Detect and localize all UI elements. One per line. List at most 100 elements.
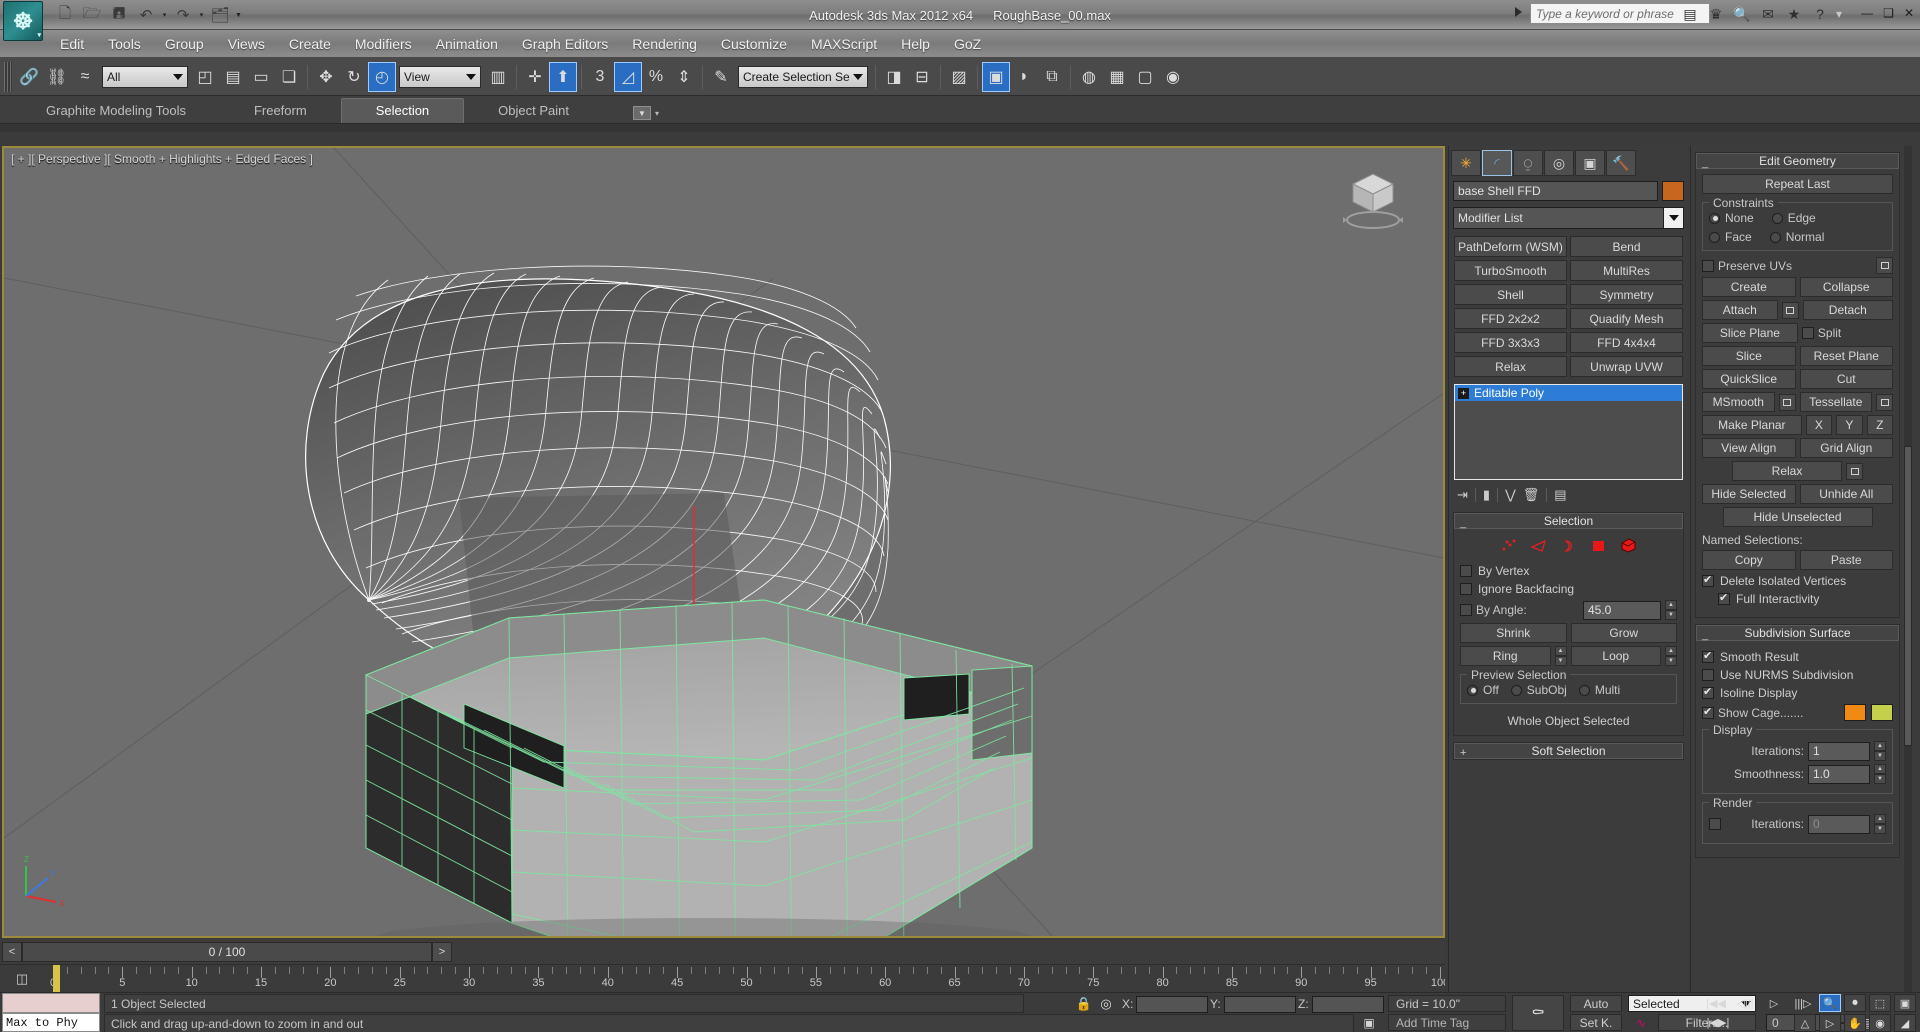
selection-rollout-header[interactable]: _ Selection [1454, 513, 1683, 529]
modifier-button-symmetry[interactable]: Symmetry [1570, 284, 1683, 305]
constraint-none[interactable]: None [1709, 211, 1754, 225]
time-slider[interactable]: < 0 / 100 > [2, 940, 1445, 964]
ribbon-dropdown-arrow[interactable]: ▾ [655, 109, 659, 118]
curve-editor-icon[interactable]: ◗ [1010, 62, 1038, 92]
make-unique-icon[interactable]: ⋁ [1505, 487, 1516, 503]
render-iterations-checkbox[interactable] [1709, 818, 1721, 830]
tessellate-settings-button[interactable] [1876, 393, 1893, 411]
modifier-button-quadify-mesh[interactable]: Quadify Mesh [1570, 308, 1683, 329]
zoom-extents-all-icon[interactable]: ▣ [1894, 994, 1916, 1012]
slice-plane-button[interactable]: Slice Plane [1702, 323, 1798, 343]
modifier-button-turbosmooth[interactable]: TurboSmooth [1454, 260, 1567, 281]
ribbon-minimize-icon[interactable]: ▼ [633, 106, 651, 120]
loop-spinner[interactable]: ▲ ▼ [1665, 646, 1677, 666]
split-checkbox[interactable] [1801, 327, 1814, 339]
angle-snap-toggle-icon[interactable]: ◿ [614, 61, 642, 92]
graphite-modeling-toolbar-toggle-icon[interactable]: ▣ [982, 61, 1010, 92]
align-icon[interactable]: ⊟ [908, 62, 936, 92]
render-setup-icon[interactable]: ▦ [1103, 62, 1131, 92]
menu-item-graph-editors[interactable]: Graph Editors [510, 33, 620, 55]
menu-item-goz[interactable]: GoZ [942, 33, 993, 55]
render-iterations-spinner[interactable]: ▲ ▼ [1874, 814, 1886, 834]
cut-button[interactable]: Cut [1799, 369, 1893, 389]
modify-tab[interactable]: ◜ [1482, 150, 1512, 176]
modifier-button-shell[interactable]: Shell [1454, 284, 1567, 305]
parameter-curve-out-of-range-icon[interactable]: ∿ [1628, 1014, 1654, 1031]
maxscript-mini-listener-output[interactable] [2, 993, 100, 1013]
selection-lock-toggle-icon[interactable]: 🔒 [1075, 995, 1093, 1012]
absolute-relative-toggle-icon[interactable]: ▣ [1360, 1015, 1378, 1031]
z-coordinate-input[interactable] [1311, 995, 1384, 1013]
show-cage-checkbox[interactable] [1702, 705, 1714, 719]
select-and-rotate-icon[interactable]: ↻ [340, 62, 368, 92]
reference-coordinate-system-dropdown[interactable]: View [399, 65, 481, 88]
hide-unselected-button[interactable]: Hide Unselected [1722, 507, 1873, 527]
modifier-button-ffd-3x3x3[interactable]: FFD 3x3x3 [1454, 332, 1567, 353]
zoom-icon[interactable]: 🔍 [1819, 994, 1841, 1012]
qat-customize-arrow[interactable]: ▼ [234, 12, 243, 19]
collapse-icon[interactable]: _ [1702, 629, 1708, 641]
set-key-button[interactable]: Set K. [1570, 1014, 1622, 1031]
grid-align-button[interactable]: Grid Align [1799, 438, 1893, 458]
pin-stack-icon[interactable]: ⇥ [1457, 487, 1468, 503]
modifier-button-bend[interactable]: Bend [1570, 236, 1683, 257]
maximize-button[interactable]: ❑ [1883, 6, 1894, 20]
field-of-view-icon[interactable]: △ [1794, 1014, 1816, 1032]
redo-icon[interactable]: ↷ [170, 3, 196, 28]
hierarchy-tab[interactable]: ⍜ [1513, 150, 1543, 176]
modifier-button-ffd-4x4x4[interactable]: FFD 4x4x4 [1570, 332, 1683, 353]
by-angle-spinner[interactable]: ▲ ▼ [1665, 600, 1677, 620]
utilities-tab[interactable]: 🔨 [1606, 150, 1636, 176]
object-name-input[interactable]: base Shell FFD [1453, 181, 1658, 201]
menu-item-group[interactable]: Group [153, 33, 216, 55]
play-animation-button[interactable]: ▷ [1762, 995, 1786, 1012]
save-file-icon[interactable]: 🖪 [106, 3, 132, 28]
undo-dropdown-arrow[interactable]: ▾ [160, 11, 169, 19]
named-selection-set-input[interactable]: Create Selection Se [738, 65, 868, 88]
edit-geometry-header[interactable]: _ Edit Geometry [1696, 153, 1899, 169]
preserve-uvs-checkbox[interactable] [1702, 259, 1714, 272]
select-and-move-icon[interactable]: ✥ [312, 62, 340, 92]
constraint-face[interactable]: Face [1709, 230, 1752, 244]
close-button[interactable]: ✕ [1904, 6, 1914, 20]
next-frame-arrow[interactable]: > [432, 942, 452, 962]
select-and-manipulate-icon[interactable]: ✛ [521, 62, 549, 92]
cage-color-swatch-2[interactable] [1871, 704, 1893, 721]
viewport-label[interactable]: [ + ][ Perspective ][ Smooth + Highlight… [11, 152, 313, 166]
configure-modifier-sets-icon[interactable]: ▤ [1554, 487, 1566, 503]
favorites-icon[interactable]: ★ [1784, 4, 1804, 24]
redo-dropdown-arrow[interactable]: ▾ [197, 11, 206, 19]
use-nurms-checkbox[interactable]: Use NURMS Subdivision [1702, 668, 1893, 682]
key-mode-toggle-button[interactable]: |◀▶| [1704, 1014, 1732, 1031]
make-planar-button[interactable]: Make Planar [1702, 415, 1802, 435]
x-coordinate-input[interactable] [1136, 995, 1209, 1013]
transform-type-in-icon[interactable]: ◎ [1096, 995, 1116, 1012]
y-coordinate-input[interactable] [1223, 995, 1296, 1013]
preview-option-multi[interactable]: Multi [1578, 683, 1620, 697]
spinner-snap-toggle-icon[interactable]: ⇕ [670, 62, 698, 92]
rendered-frame-window-icon[interactable]: ▢ [1131, 62, 1159, 92]
modifier-button-pathdeform[interactable]: PathDeform (WSM) [1454, 236, 1567, 257]
go-to-start-button[interactable]: |◀◀ [1704, 995, 1728, 1012]
delete-isolated-vertices-checkbox[interactable]: Delete Isolated Vertices [1702, 573, 1893, 588]
next-frame-button[interactable]: |||▷ [1791, 995, 1815, 1012]
render-iterations-input[interactable]: 0 [1808, 814, 1870, 834]
zoom-all-icon[interactable]: ⏺ [1844, 994, 1866, 1012]
edge-subobject-icon[interactable] [1530, 538, 1547, 553]
stack-item-editable-poly[interactable]: + Editable Poly [1455, 385, 1682, 401]
smoothness-input[interactable]: 1.0 [1808, 764, 1870, 784]
grow-button[interactable]: Grow [1570, 623, 1677, 643]
bind-to-space-warp-icon[interactable]: ≈ [71, 62, 99, 92]
slice-button[interactable]: Slice [1702, 346, 1796, 366]
hide-selected-button[interactable]: Hide Selected [1702, 484, 1796, 504]
view-cube[interactable] [1333, 164, 1413, 234]
material-editor-icon[interactable]: ◍ [1075, 62, 1103, 92]
repeat-last-button[interactable]: Repeat Last [1702, 174, 1893, 194]
select-by-name-icon[interactable]: ▤ [219, 62, 247, 92]
expand-plus-icon[interactable]: + [1458, 387, 1469, 399]
by-angle-value-input[interactable]: 45.0 [1583, 600, 1661, 620]
zoom-extents-icon[interactable]: ⬚ [1869, 994, 1891, 1012]
vertex-subobject-icon[interactable] [1500, 538, 1517, 553]
collapse-button[interactable]: Collapse [1799, 277, 1893, 297]
menu-item-rendering[interactable]: Rendering [620, 33, 709, 55]
